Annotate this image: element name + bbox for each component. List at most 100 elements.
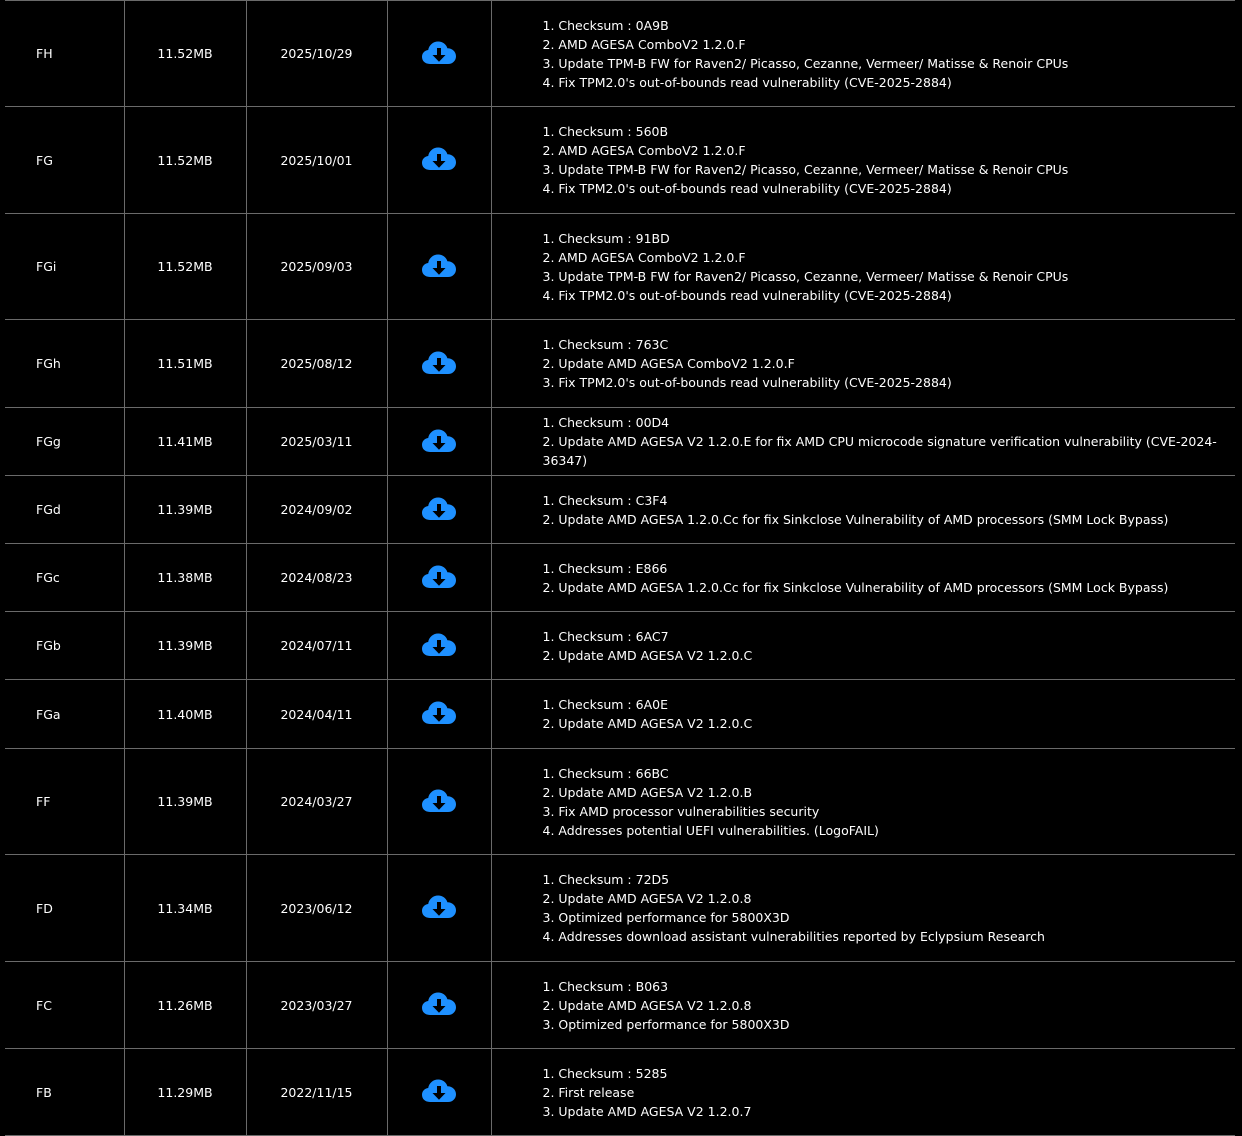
bios-rows: FH 11.52MB 2025/10/29 1. Checksum : 0A9B… <box>5 0 1236 1136</box>
release-note: 3. Update TPM-B FW for Raven2/ Picasso, … <box>542 268 1069 284</box>
release-note: 2. Update AMD AGESA V2 1.2.0.C <box>542 716 753 731</box>
version-cell: FD <box>5 854 125 962</box>
file-size-cell: 11.52MB <box>124 0 247 107</box>
release-notes-cell: 1. Checksum : 0A9B 2. AMD AGESA ComboV2 1… <box>491 0 1235 107</box>
cloud-download-icon <box>422 789 456 812</box>
bios-download-table: FH 11.52MB 2025/10/29 1. Checksum : 0A9B… <box>5 0 1235 1136</box>
release-notes-cell: 1. Checksum : 00D4 2. Update AMD AGESA V2… <box>491 407 1235 476</box>
version-cell: FGc <box>5 543 125 612</box>
release-note: 2. Update AMD AGESA V2 1.2.0.B <box>542 784 753 800</box>
release-date-cell: 2025/03/11 <box>246 407 388 476</box>
release-date-cell: 2025/10/29 <box>246 0 388 107</box>
download-cell <box>387 854 492 962</box>
release-notes-list: 1. Checksum : 5285 2. First release 3. Upd… <box>543 1064 1236 1121</box>
version-cell: FH <box>5 0 125 107</box>
release-notes-cell: 1. Checksum : B063 2. Update AMD AGESA V2… <box>491 961 1236 1049</box>
bios-row-ff: FF 11.39MB 2024/03/27 1. Checksum : 66BC… <box>5 748 1235 855</box>
release-notes-cell: 1. Checksum : 6A0E 2. Update AMD AGESA V2… <box>491 679 1236 749</box>
download-cell <box>387 1048 492 1136</box>
download-button[interactable] <box>421 39 457 69</box>
file-size-cell: 11.52MB <box>124 106 247 214</box>
release-notes-list: 1. Checksum : 6A0E 2. Update AMD AGESA V2… <box>543 695 1236 733</box>
release-notes-cell: 1. Checksum : 72D5 2. Update AMD AGESA V2… <box>491 854 1236 962</box>
file-size-cell: 11.39MB <box>124 475 247 544</box>
release-date-cell: 2025/08/12 <box>246 319 388 408</box>
release-note: 1. Checksum : 66BC <box>542 765 669 781</box>
release-notes-list: 1. Checksum : B063 2. Update AMD AGESA V2… <box>543 977 1236 1034</box>
file-size-cell: 11.41MB <box>124 407 247 476</box>
release-notes-list: 1. Checksum : 72D5 2. Update AMD AGESA V2… <box>543 870 1236 946</box>
file-size-cell: 11.39MB <box>124 611 247 680</box>
cloud-download-icon <box>422 41 456 64</box>
download-button[interactable] <box>421 787 457 817</box>
bios-row-fgg: FGg 11.41MB 2025/03/11 1. Checksum : 00D… <box>5 407 1235 476</box>
release-note: 1. Checksum : 72D5 <box>542 872 670 887</box>
bios-row-fd: FD 11.34MB 2023/06/12 1. Checksum : 72D5… <box>5 854 1236 962</box>
file-size-cell: 11.26MB <box>124 961 247 1049</box>
version-cell: FB <box>5 1048 125 1136</box>
download-cell <box>387 475 492 544</box>
download-cell <box>387 679 492 749</box>
download-button[interactable] <box>421 1077 457 1107</box>
download-cell <box>387 106 492 214</box>
release-note: 2. Update AMD AGESA 1.2.0.Cc for fix Sin… <box>542 579 1169 595</box>
version-cell: FGg <box>5 407 125 476</box>
download-button[interactable] <box>421 631 457 661</box>
download-button[interactable] <box>421 990 457 1020</box>
release-note: 1. Checksum : 6AC7 <box>542 628 669 644</box>
release-note: 2. AMD AGESA ComboV2 1.2.0.F <box>542 143 746 158</box>
download-button[interactable] <box>421 252 457 282</box>
download-button[interactable] <box>421 349 457 379</box>
cloud-download-icon <box>422 351 456 374</box>
release-notes-cell: 1. Checksum : E866 2. Update AMD AGESA 1.… <box>491 543 1235 612</box>
release-notes-cell: 1. Checksum : 66BC 2. Update AMD AGESA V2… <box>491 748 1235 855</box>
release-date-cell: 2024/09/02 <box>246 475 388 544</box>
download-button[interactable] <box>421 563 457 593</box>
release-note: 4. Addresses download assistant vulnerab… <box>542 929 1045 944</box>
release-notes-cell: 1. Checksum : 763C 2. Update AMD AGESA Co… <box>491 319 1236 408</box>
download-cell <box>387 319 492 408</box>
file-size-cell: 11.34MB <box>124 854 247 962</box>
release-note: 2. First release <box>542 1084 635 1100</box>
bios-row-fga: FGa 11.40MB 2024/04/11 1. Checksum : 6A0… <box>5 679 1236 749</box>
release-notes-list: 1. Checksum : 560B 2. AMD AGESA ComboV2 1… <box>543 122 1236 198</box>
release-note: 1. Checksum : 5285 <box>542 1065 668 1081</box>
cloud-download-icon <box>422 254 456 277</box>
release-date-cell: 2023/06/12 <box>246 854 388 962</box>
download-button[interactable] <box>421 427 457 457</box>
release-note: 4. Fix TPM2.0's out-of-bounds read vulne… <box>542 287 952 303</box>
file-size-cell: 11.52MB <box>124 213 247 320</box>
version-cell: FGh <box>5 319 125 408</box>
release-date-cell: 2024/07/11 <box>246 611 388 680</box>
cloud-download-icon <box>422 429 456 452</box>
cloud-download-icon <box>422 497 456 520</box>
release-notes-cell: 1. Checksum : 5285 2. First release 3. Upd… <box>491 1048 1236 1136</box>
release-note: 1. Checksum : 763C <box>542 337 669 352</box>
file-size-cell: 11.40MB <box>124 679 247 749</box>
release-note: 2. Update AMD AGESA V2 1.2.0.E for fix A… <box>542 434 1217 468</box>
bios-row-fgc: FGc 11.38MB 2024/08/23 1. Checksum : E86… <box>5 543 1235 612</box>
cloud-download-icon <box>422 147 456 170</box>
bios-row-fgb: FGb 11.39MB 2024/07/11 1. Checksum : 6AC… <box>5 611 1236 680</box>
release-note: 2. Update AMD AGESA ComboV2 1.2.0.F <box>542 356 795 371</box>
release-notes-list: 1. Checksum : 6AC7 2. Update AMD AGESA V2… <box>543 627 1236 665</box>
release-notes-cell: 1. Checksum : 560B 2. AMD AGESA ComboV2 1… <box>491 106 1236 214</box>
release-note: 3. Fix TPM2.0's out-of-bounds read vulne… <box>542 375 952 390</box>
cloud-download-icon <box>422 895 456 918</box>
release-note: 2. Update AMD AGESA V2 1.2.0.C <box>542 647 753 663</box>
download-button[interactable] <box>421 893 457 923</box>
download-button[interactable] <box>421 495 457 525</box>
download-cell <box>387 0 492 107</box>
version-cell: FGi <box>5 213 125 320</box>
version-cell: FG <box>5 106 125 214</box>
release-note: 1. Checksum : C3F4 <box>542 492 668 508</box>
release-notes-list: 1. Checksum : 763C 2. Update AMD AGESA Co… <box>543 335 1236 392</box>
download-button[interactable] <box>421 145 457 175</box>
version-cell: FGd <box>5 475 125 544</box>
download-cell <box>387 407 492 476</box>
release-notes-list: 1. Checksum : C3F4 2. Update AMD AGESA 1.… <box>543 491 1236 529</box>
release-date-cell: 2024/04/11 <box>246 679 388 749</box>
file-size-cell: 11.39MB <box>124 748 247 855</box>
download-button[interactable] <box>421 699 457 729</box>
release-note: 2. AMD AGESA ComboV2 1.2.0.F <box>542 249 746 265</box>
